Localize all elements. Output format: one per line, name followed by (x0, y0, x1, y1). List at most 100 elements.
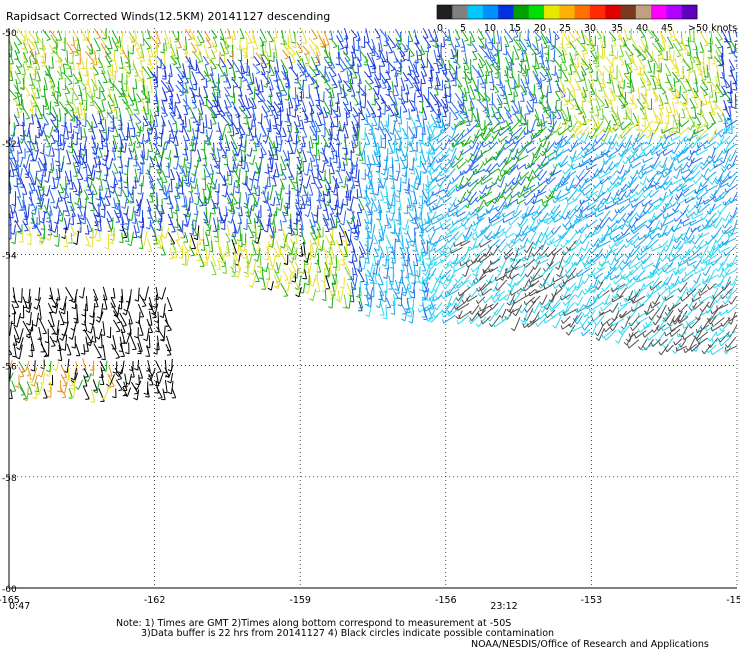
wind-barb-tick (137, 100, 142, 103)
wind-barb-tick (641, 58, 646, 61)
wind-barb (689, 98, 696, 108)
wind-barb-tick (383, 60, 388, 63)
wind-barb-tick (586, 101, 592, 103)
wind-barb-tick (640, 146, 643, 151)
wind-barb-tick (229, 134, 234, 137)
wind-barb (430, 114, 438, 127)
wind-barb-tick (554, 140, 557, 145)
wind-barb-tick (488, 70, 493, 73)
wind-barb-tick (672, 97, 677, 100)
wind-barb-tick (626, 112, 631, 115)
wind-barb-tick (579, 120, 582, 125)
wind-barb-tick (509, 64, 515, 66)
wind-barb-tick (282, 178, 287, 181)
wind-barb-tick (102, 178, 107, 182)
wind-barb (343, 161, 346, 171)
wind-barb-tick (282, 94, 288, 96)
wind-barb-tick (248, 92, 253, 95)
wind-barb-tick (712, 158, 715, 163)
wind-barb (330, 30, 334, 40)
wind-barb (240, 49, 243, 62)
wind-barb-tick (192, 107, 197, 109)
wind-barb-tick (81, 124, 86, 128)
wind-barb-tick (517, 48, 522, 51)
wind-barb-tick (376, 155, 381, 158)
wind-barb (518, 63, 526, 74)
wind-barb (104, 119, 107, 134)
wind-barb-tick (174, 40, 179, 43)
wind-barb-tick (539, 137, 542, 142)
wind-barb (79, 142, 82, 158)
wind-barb-tick (397, 43, 402, 45)
wind-barb (330, 162, 335, 174)
wind-barb (135, 78, 138, 90)
wind-barb-tick (626, 85, 631, 89)
wind-barb (330, 122, 333, 136)
wind-barb-tick (59, 147, 64, 151)
colorbar-swatch (482, 5, 499, 19)
wind-barb-tick (102, 37, 107, 40)
wind-barb-tick (5, 109, 9, 110)
wind-barb-tick (378, 50, 383, 52)
wind-barb-tick (446, 68, 451, 71)
wind-barb-tick (68, 82, 73, 86)
wind-barb-tick (448, 138, 451, 143)
wind-barb-tick (695, 151, 698, 156)
wind-barb-tick (633, 68, 638, 71)
wind-barb-tick (200, 78, 205, 81)
wind-barb-tick (77, 137, 82, 141)
wind-barb (168, 133, 171, 144)
wind-barb-tick (616, 170, 621, 175)
wind-barb-tick (661, 129, 663, 134)
wind-barb-tick (599, 82, 604, 85)
wind-barb (210, 119, 213, 129)
wind-barb-tick (459, 112, 464, 114)
wind-barb-tick (565, 43, 570, 46)
wind-barb-tick (233, 202, 238, 205)
wind-barb-tick (556, 99, 561, 102)
wind-barb (706, 64, 709, 78)
wind-barb (58, 101, 69, 114)
wind-barb-tick (249, 56, 254, 59)
wind-barb (338, 62, 345, 72)
wind-barb-tick (153, 125, 158, 128)
wind-barb-tick (482, 63, 487, 67)
wind-barb (484, 85, 487, 101)
wind-barb-tick (594, 65, 600, 68)
wind-barb (142, 175, 145, 187)
wind-barb (379, 28, 390, 41)
wind-barb-tick (396, 138, 401, 141)
wind-barb-tick (668, 131, 671, 136)
wind-barb-tick (459, 120, 461, 125)
wind-barb-tick (571, 165, 574, 170)
wind-barb (576, 56, 580, 68)
wind-barb-tick (135, 47, 141, 50)
wind-barb (583, 132, 590, 144)
wind-barb-tick (696, 144, 699, 149)
wind-barb-tick (275, 132, 280, 135)
wind-barb-tick (539, 152, 544, 157)
wind-barb-tick (679, 122, 682, 128)
wind-barb (363, 150, 366, 165)
wind-barb-tick (416, 165, 421, 168)
wind-barb-tick (444, 80, 449, 83)
wind-barb-tick (298, 87, 303, 91)
wind-barb-tick (28, 204, 33, 206)
wind-barb (198, 70, 206, 79)
wind-barb (483, 141, 492, 148)
wind-barb (0, 58, 2, 67)
wind-barb-tick (20, 124, 25, 127)
wind-barb-tick (291, 41, 296, 44)
wind-barb (315, 141, 318, 157)
wind-barb-tick (40, 55, 45, 58)
wind-barb (245, 78, 252, 90)
wind-barb (176, 93, 181, 103)
wind-barb-tick (269, 40, 274, 43)
wind-barb-tick (704, 44, 709, 47)
wind-barb (167, 119, 174, 132)
wind-barb-tick (381, 112, 386, 116)
wind-barb-tick (276, 193, 281, 197)
wind-barb-tick (424, 50, 429, 53)
wind-barb-tick (497, 168, 502, 172)
wind-barb (576, 71, 582, 82)
